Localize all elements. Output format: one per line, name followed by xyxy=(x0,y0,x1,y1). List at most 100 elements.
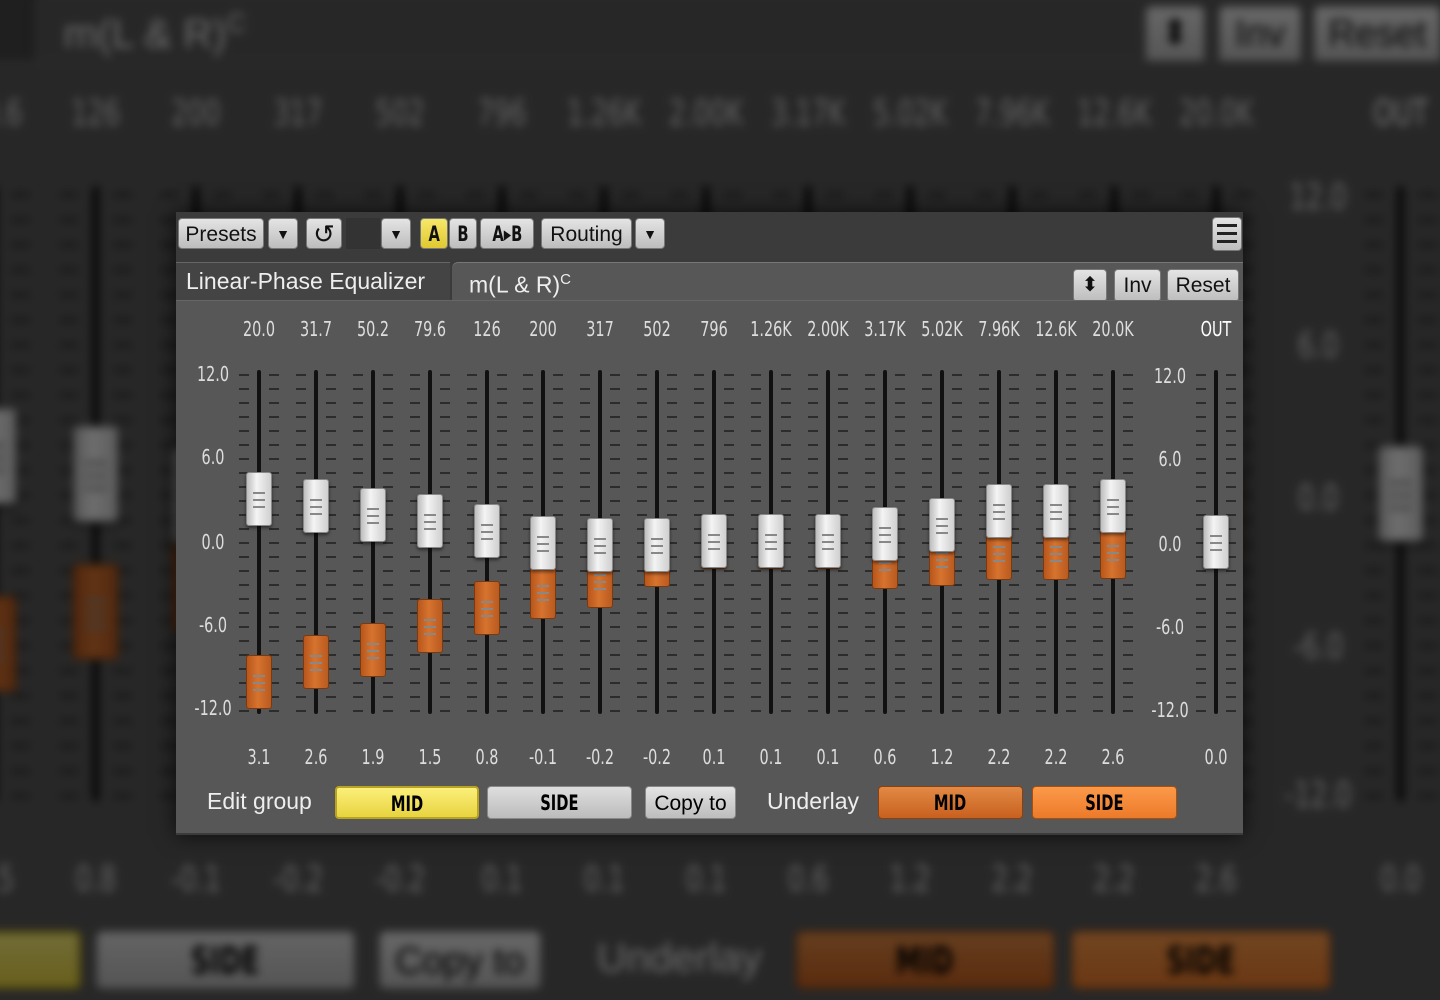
output-scale-label: -12.0 xyxy=(1151,698,1189,722)
scale-tick xyxy=(751,682,761,684)
mid-gain-thumb[interactable] xyxy=(417,494,443,548)
channel-up-down-icon[interactable]: ⬍ xyxy=(1073,269,1107,302)
copy-a-to-b-button[interactable]: A▸B xyxy=(480,218,534,249)
scale-tick xyxy=(59,293,78,297)
mid-gain-thumb[interactable] xyxy=(701,513,727,568)
mid-gain-thumb[interactable] xyxy=(872,506,898,561)
ab-dropdown-icon[interactable]: ▼ xyxy=(381,218,411,249)
underlay-mid-button[interactable]: MID xyxy=(878,786,1023,819)
scale-tick xyxy=(610,486,620,488)
scale-tick xyxy=(952,458,962,460)
reload-icon[interactable]: ↺ xyxy=(306,218,342,249)
mid-gain-thumb[interactable] xyxy=(758,513,784,568)
scale-tick xyxy=(410,444,420,446)
b-button[interactable]: B xyxy=(449,218,477,249)
underlay-side-button[interactable]: SIDE xyxy=(1032,786,1177,819)
scale-tick xyxy=(580,444,590,446)
mid-gain-thumb[interactable] xyxy=(1100,478,1126,533)
scale-tick xyxy=(979,682,989,684)
side-gain-thumb[interactable] xyxy=(417,599,443,653)
scale-tick xyxy=(751,472,761,474)
scale-tick xyxy=(667,416,677,418)
scale-tick xyxy=(610,668,620,670)
scale-tick xyxy=(724,388,734,390)
tab-channel[interactable]: m(L & R)C ⬍ Inv Reset xyxy=(452,262,1243,303)
mid-gain-thumb[interactable] xyxy=(929,498,955,553)
scale-tick xyxy=(1226,458,1236,460)
mid-gain-thumb[interactable] xyxy=(303,478,329,533)
scale-tick xyxy=(952,374,962,376)
scale-tick xyxy=(667,612,677,614)
scale-tick xyxy=(667,388,677,390)
scale-tick xyxy=(838,416,848,418)
copy-to-button[interactable]: Copy to xyxy=(645,786,736,819)
scale-tick xyxy=(610,388,620,390)
scale-tick xyxy=(865,500,875,502)
mid-gain-thumb[interactable] xyxy=(474,503,500,558)
mid-gain-thumb[interactable] xyxy=(587,517,613,572)
mid-gain-thumb[interactable] xyxy=(644,517,670,572)
routing-button[interactable]: Routing xyxy=(541,218,632,249)
scale-tick xyxy=(296,710,306,712)
band-gain-value: 0.1 xyxy=(685,857,727,901)
scale-tick xyxy=(523,444,533,446)
scale-tick xyxy=(865,640,875,642)
scale-tick xyxy=(1364,694,1383,698)
scale-tick xyxy=(808,430,818,432)
scale-tick xyxy=(952,710,962,712)
side-gain-thumb[interactable] xyxy=(246,655,272,709)
a-button[interactable]: A xyxy=(420,218,448,249)
scale-tick xyxy=(553,486,563,488)
scale-tick xyxy=(497,682,507,684)
mid-gain-thumb[interactable] xyxy=(986,484,1012,539)
side-gain-thumb[interactable] xyxy=(303,635,329,690)
scale-tick xyxy=(353,388,363,390)
edit-mid-button: MID xyxy=(0,930,82,990)
routing-dropdown-icon[interactable]: ▼ xyxy=(635,218,665,249)
scale-tick xyxy=(751,458,761,460)
scale-tick xyxy=(113,293,132,297)
edit-side-button[interactable]: SIDE xyxy=(487,786,632,819)
scale-tick xyxy=(1226,626,1236,628)
scale-tick xyxy=(781,486,791,488)
scale-tick xyxy=(610,430,620,432)
mid-gain-thumb[interactable] xyxy=(360,488,386,543)
scale-tick xyxy=(724,374,734,376)
hamburger-menu-icon[interactable] xyxy=(1212,217,1242,251)
mid-gain-thumb[interactable] xyxy=(815,513,841,568)
side-gain-thumb[interactable] xyxy=(1100,524,1126,579)
scale-tick xyxy=(239,570,249,572)
scale-tick xyxy=(497,710,507,712)
reset-button[interactable]: Reset xyxy=(1167,269,1239,302)
scale-tick xyxy=(781,500,791,502)
scale-tick xyxy=(269,556,279,558)
output-gain-thumb[interactable] xyxy=(1203,515,1229,569)
scale-tick xyxy=(269,402,279,404)
scale-tick xyxy=(724,668,734,670)
mid-gain-thumb[interactable] xyxy=(1043,484,1069,539)
scale-tick xyxy=(781,654,791,656)
mid-gain-thumb[interactable] xyxy=(530,516,556,571)
scale-tick xyxy=(11,293,30,297)
scale-tick xyxy=(724,612,734,614)
side-gain-thumb[interactable] xyxy=(530,565,556,620)
side-gain-thumb[interactable] xyxy=(474,580,500,635)
edit-mid-button[interactable]: MID xyxy=(335,786,479,819)
tab-plugin-name[interactable]: Linear-Phase Equalizer xyxy=(176,262,450,302)
scale-tick xyxy=(838,500,848,502)
presets-button[interactable]: Presets xyxy=(178,218,264,249)
invert-button[interactable]: Inv xyxy=(1114,269,1161,302)
scale-tick xyxy=(952,598,962,600)
scale-tick xyxy=(326,472,336,474)
mid-gain-thumb[interactable] xyxy=(246,471,272,526)
scale-tick xyxy=(808,640,818,642)
scale-tick xyxy=(1123,444,1133,446)
band-gain-value: 0.6 xyxy=(873,745,897,769)
scale-tick xyxy=(781,570,791,572)
presets-dropdown-icon[interactable]: ▼ xyxy=(268,218,298,249)
side-gain-thumb[interactable] xyxy=(360,622,386,677)
scale-tick xyxy=(694,682,704,684)
scale-tick xyxy=(497,374,507,376)
scale-tick xyxy=(1418,694,1437,698)
scale-tick xyxy=(895,388,905,390)
